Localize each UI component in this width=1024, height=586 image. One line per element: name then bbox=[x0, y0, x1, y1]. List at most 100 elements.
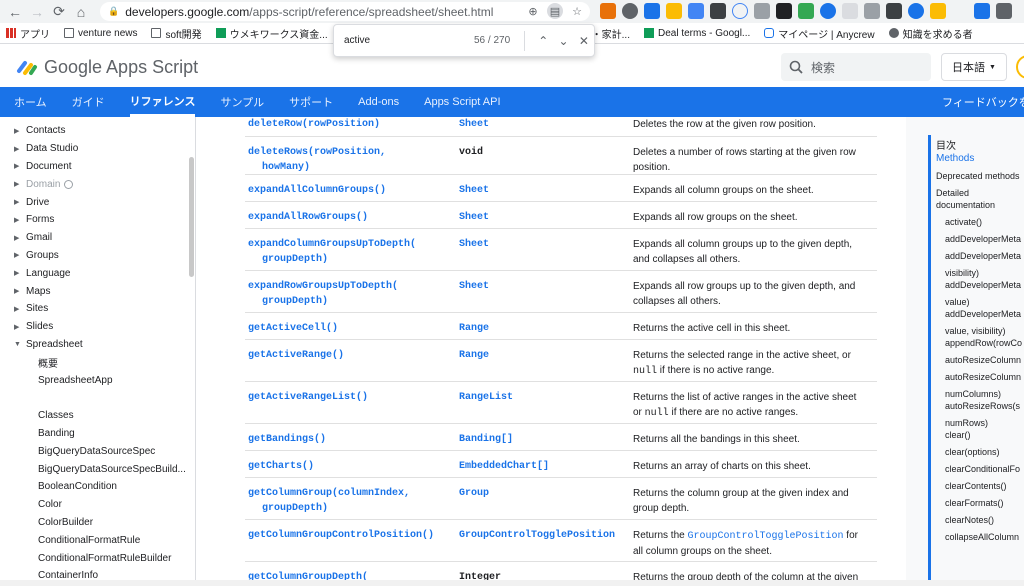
find-input[interactable]: active bbox=[344, 35, 455, 46]
toc-item[interactable]: collapseAllColumn bbox=[936, 531, 1024, 543]
bookmark-link[interactable]: Deal terms - Googl... bbox=[644, 28, 750, 39]
toc-item[interactable]: clear() bbox=[936, 429, 1024, 441]
sidebar-item[interactable]: ▶ Domain bbox=[0, 175, 195, 193]
return-type[interactable]: Sheet bbox=[459, 183, 629, 198]
return-type[interactable]: Banding[] bbox=[459, 432, 629, 447]
toc-item[interactable]: autoResizeRows(s bbox=[936, 400, 1024, 412]
return-type[interactable]: Group bbox=[459, 486, 629, 501]
extension-icon[interactable] bbox=[622, 3, 638, 19]
sidebar-item[interactable]: ConditionalFormatRuleBuilder bbox=[0, 549, 195, 567]
return-type[interactable]: RangeList bbox=[459, 390, 629, 405]
sidebar-item[interactable]: ConditionalFormatRule bbox=[0, 531, 195, 549]
method-name-link[interactable]: expandAllRowGroups() bbox=[248, 210, 448, 225]
tab-support[interactable]: サポート bbox=[289, 87, 333, 117]
method-name-link[interactable]: getActiveCell() bbox=[248, 321, 448, 336]
method-name-link[interactable]: getActiveRange() bbox=[248, 348, 448, 363]
toc-item[interactable]: addDeveloperMeta bbox=[936, 308, 1024, 320]
extension-icon[interactable] bbox=[754, 3, 770, 19]
return-type[interactable]: GroupControlTogglePosition bbox=[459, 528, 629, 543]
toc-item[interactable]: Methods bbox=[936, 153, 1024, 165]
extension-icon[interactable] bbox=[600, 3, 616, 19]
return-type[interactable]: EmbeddedChart[] bbox=[459, 459, 629, 474]
return-type[interactable]: Sheet bbox=[459, 117, 629, 132]
reload-icon[interactable]: ⟳ bbox=[48, 1, 70, 23]
sidebar-item[interactable]: ▶ Gmail bbox=[0, 229, 195, 247]
forward-icon[interactable]: → bbox=[26, 1, 48, 23]
extension-icon[interactable] bbox=[666, 3, 682, 19]
bookmark-folder[interactable]: soft開発 bbox=[151, 26, 202, 41]
back-icon[interactable]: ← bbox=[4, 1, 26, 23]
tab-addons[interactable]: Add-ons bbox=[358, 87, 399, 117]
method-name-link[interactable]: expandColumnGroupsUpToDepth(groupDepth) bbox=[248, 237, 448, 267]
bookmark-apps[interactable]: アプリ bbox=[6, 26, 50, 41]
method-name-link[interactable]: getCharts() bbox=[248, 459, 448, 474]
tab-samples[interactable]: サンプル bbox=[220, 87, 264, 117]
chevron-up-icon[interactable]: ⌃ bbox=[533, 34, 553, 48]
toc-item[interactable]: activate() bbox=[936, 216, 1024, 228]
sidebar-item[interactable]: SpreadsheetApp bbox=[0, 371, 195, 389]
find-page-icon[interactable]: ▤ bbox=[547, 3, 563, 19]
method-name-link[interactable]: deleteRows(rowPosition, howMany) bbox=[248, 145, 448, 175]
extension-icon[interactable] bbox=[644, 3, 660, 19]
toc-item[interactable]: clearConditionalFo bbox=[936, 463, 1024, 475]
sidebar-item[interactable]: ▶ Drive bbox=[0, 193, 195, 211]
extension-icon[interactable] bbox=[820, 3, 836, 19]
nav-scrollbar[interactable] bbox=[189, 157, 194, 277]
extension-icon[interactable] bbox=[688, 3, 704, 19]
toc-item[interactable]: clearNotes() bbox=[936, 514, 1024, 526]
extension-icon[interactable] bbox=[952, 3, 968, 19]
return-type[interactable]: Range bbox=[459, 348, 629, 363]
horizontal-scrollbar[interactable] bbox=[0, 580, 1024, 586]
zoom-icon[interactable]: ⊕ bbox=[525, 3, 541, 19]
search-input[interactable]: 検索 bbox=[781, 53, 931, 81]
extension-icon[interactable] bbox=[886, 3, 902, 19]
toc-item[interactable]: appendRow(rowCo bbox=[936, 337, 1024, 349]
bookmark-link[interactable]: 知識を求める者 bbox=[888, 26, 973, 41]
toc-item[interactable]: addDeveloperMeta bbox=[936, 250, 1024, 262]
sidebar-item[interactable]: 概要 bbox=[0, 353, 195, 371]
sidebar-item[interactable]: ▶ Forms bbox=[0, 211, 195, 229]
extension-icon[interactable] bbox=[732, 3, 748, 19]
tab-guides[interactable]: ガイド bbox=[72, 87, 105, 117]
toc-item[interactable]: autoResizeColumn bbox=[936, 354, 1024, 366]
toc-item[interactable]: numColumns) bbox=[936, 388, 1024, 400]
toc-item[interactable]: visibility) bbox=[936, 267, 1024, 279]
return-type[interactable]: Sheet bbox=[459, 210, 629, 225]
extension-icon[interactable] bbox=[710, 3, 726, 19]
method-name-link[interactable]: deleteRow(rowPosition) bbox=[248, 117, 448, 132]
sidebar-item[interactable]: ▶ Document bbox=[0, 158, 195, 176]
sidebar-item[interactable]: Classes bbox=[0, 407, 195, 425]
extension-icon[interactable] bbox=[798, 3, 814, 19]
method-name-link[interactable]: expandRowGroupsUpToDepth(groupDepth) bbox=[248, 279, 448, 309]
sidebar-item[interactable]: ▼ Spreadsheet bbox=[0, 336, 195, 354]
extension-icon[interactable] bbox=[930, 3, 946, 19]
method-name-link[interactable]: getColumnGroupControlPosition() bbox=[248, 528, 448, 543]
sidebar-item[interactable]: ▶ Sites bbox=[0, 300, 195, 318]
toc-item[interactable]: clear(options) bbox=[936, 446, 1024, 458]
toc-item[interactable]: addDeveloperMeta bbox=[936, 279, 1024, 291]
tab-api[interactable]: Apps Script API bbox=[424, 87, 500, 117]
sidebar-item[interactable]: ColorBuilder bbox=[0, 514, 195, 532]
toc-item[interactable]: value, visibility) bbox=[936, 325, 1024, 337]
language-select[interactable]: 日本語 ▼ bbox=[941, 53, 1007, 81]
toc-item[interactable]: numRows) bbox=[936, 417, 1024, 429]
extension-icon[interactable] bbox=[908, 3, 924, 19]
toc-item[interactable]: Deprecated methods bbox=[936, 170, 1024, 182]
method-name-link[interactable]: getBandings() bbox=[248, 432, 448, 447]
toc-item[interactable]: value) bbox=[936, 296, 1024, 308]
toc-item[interactable]: clearFormats() bbox=[936, 497, 1024, 509]
close-icon[interactable]: ✕ bbox=[574, 34, 594, 48]
extension-icon[interactable] bbox=[864, 3, 880, 19]
bookmark-link[interactable]: マイページ | Anycrew bbox=[764, 26, 875, 41]
bookmark-link[interactable]: ウメキワークス資金... bbox=[215, 26, 328, 41]
bookmark-folder[interactable]: venture news bbox=[64, 28, 137, 39]
sidebar-item[interactable]: ▶ Language bbox=[0, 264, 195, 282]
sidebar-item[interactable]: ▶ Data Studio bbox=[0, 140, 195, 158]
avatar[interactable] bbox=[1016, 55, 1024, 79]
sidebar-item[interactable]: BigQueryDataSourceSpec bbox=[0, 442, 195, 460]
sidebar-item[interactable]: ▶ Maps bbox=[0, 282, 195, 300]
toc-item[interactable]: autoResizeColumn bbox=[936, 371, 1024, 383]
site-logo[interactable]: Google Apps Script bbox=[16, 57, 198, 78]
method-name-link[interactable]: getColumnGroup(columnIndex, groupDepth) bbox=[248, 486, 448, 516]
feedback-link[interactable]: フィードバックを bbox=[942, 87, 1024, 117]
